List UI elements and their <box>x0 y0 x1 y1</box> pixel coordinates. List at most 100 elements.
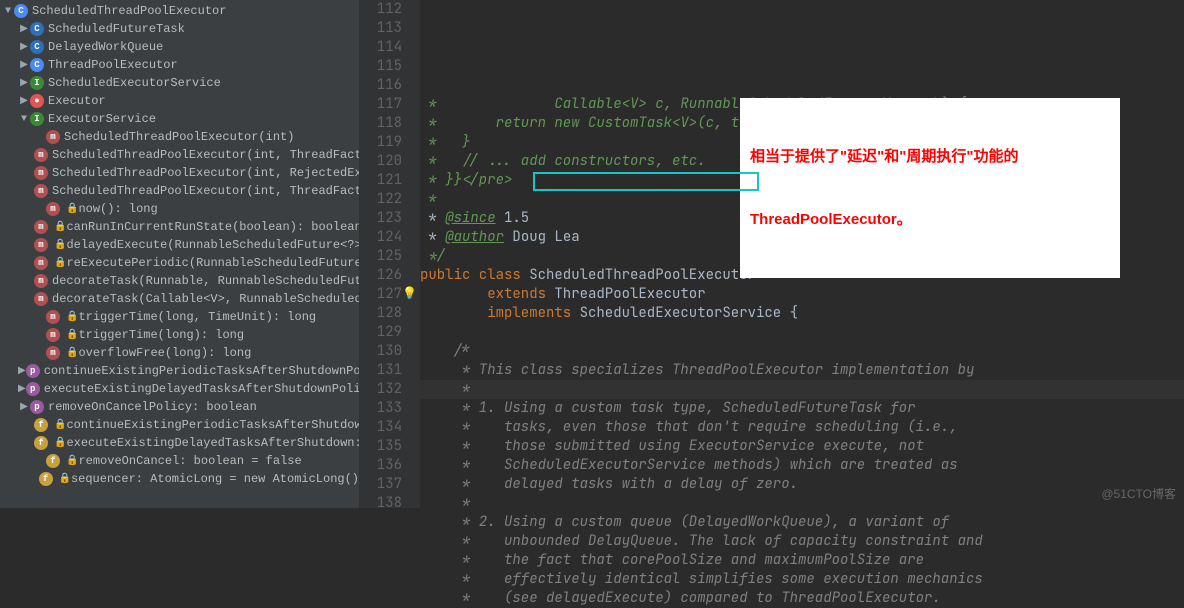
tree-item-label: ScheduledFutureTask <box>48 22 185 36</box>
node-kind-icon: I <box>30 112 44 126</box>
code-line[interactable]: * <box>420 494 1184 513</box>
tree-item[interactable]: m🔒triggerTime(long): long <box>0 326 359 344</box>
tree-item[interactable]: mScheduledThreadPoolExecutor(int, Thread… <box>0 182 359 200</box>
tree-item[interactable]: m 🔒reExecutePeriodic(RunnableScheduledFut… <box>0 254 359 272</box>
line-number: 133 <box>360 399 402 418</box>
code-line[interactable]: * This class specializes ThreadPoolExecu… <box>420 361 1184 380</box>
line-number: 118 <box>360 114 402 133</box>
tree-item[interactable]: ▶pcontinueExistingPeriodicTasksAfterShut… <box>0 362 359 380</box>
node-kind-icon: C <box>30 58 44 72</box>
tree-item[interactable]: mdecorateTask(Callable<V>, RunnableSched… <box>0 290 359 308</box>
code-editor[interactable]: 1121131141151161171181191201211221231241… <box>360 0 1184 508</box>
code-line[interactable]: * <box>420 380 1184 399</box>
node-kind-icon: m <box>34 166 48 180</box>
tree-item[interactable]: m🔒overflowFree(long): long <box>0 344 359 362</box>
code-line[interactable]: * the fact that corePoolSize and maximum… <box>420 551 1184 570</box>
line-number: 137 <box>360 475 402 494</box>
tree-item[interactable]: mScheduledThreadPoolExecutor(int, Thread… <box>0 146 359 164</box>
line-number: 125 <box>360 247 402 266</box>
tree-item[interactable]: ▶C ThreadPoolExecutor <box>0 56 359 74</box>
expand-arrow-icon[interactable]: ▶ <box>18 383 26 395</box>
tree-item-label: decorateTask(Callable<V>, RunnableSchedu… <box>52 292 360 306</box>
node-kind-icon: m <box>34 184 48 198</box>
code-line[interactable]: * delayed tasks with a delay of zero. <box>420 475 1184 494</box>
code-line[interactable]: * ScheduledExecutorService methods) whic… <box>420 456 1184 475</box>
tree-item-label: triggerTime(long, TimeUnit): long <box>78 310 316 324</box>
tree-item[interactable]: ▼IExecutorService <box>0 110 359 128</box>
tree-item[interactable]: f🔒removeOnCancel: boolean = false <box>0 452 359 470</box>
tree-item[interactable]: ▶pexecuteExistingDelayedTasksAfterShutdo… <box>0 380 359 398</box>
expand-arrow-icon[interactable]: ▶ <box>18 401 30 413</box>
node-kind-icon: m <box>34 256 48 270</box>
tree-item-label: ThreadPoolExecutor <box>48 58 178 72</box>
node-kind-icon: m <box>34 274 48 288</box>
code-line[interactable]: * (see delayedExecute) compared to Threa… <box>420 589 1184 608</box>
code-line[interactable]: * 2. Using a custom queue (DelayedWorkQu… <box>420 513 1184 532</box>
tree-item[interactable]: ▶premoveOnCancelPolicy: boolean <box>0 398 359 416</box>
line-number: 114 <box>360 38 402 57</box>
tree-item-label: reExecutePeriodic(RunnableScheduledFutur… <box>66 256 360 270</box>
code-line[interactable]: * 1. Using a custom task type, Scheduled… <box>420 399 1184 418</box>
expand-arrow-icon[interactable]: ▶ <box>18 365 26 377</box>
expand-arrow-icon[interactable]: ▶ <box>18 77 30 89</box>
lock-icon: 🔒 <box>54 257 66 269</box>
tree-item[interactable]: mScheduledThreadPoolExecutor(int) <box>0 128 359 146</box>
expand-arrow-icon[interactable]: ▶ <box>18 41 30 53</box>
code-line[interactable]: * unbounded DelayQueue. The lack of capa… <box>420 532 1184 551</box>
tree-item[interactable]: f🔒continueExistingPeriodicTasksAfterShut… <box>0 416 359 434</box>
lock-icon: 🔒 <box>66 203 78 215</box>
line-number: 121 <box>360 171 402 190</box>
line-number: 138 <box>360 494 402 513</box>
tree-item[interactable]: m🔒delayedExecute(RunnableScheduledFuture… <box>0 236 359 254</box>
tree-item-label: ScheduledThreadPoolExecutor <box>32 4 226 18</box>
code-line[interactable] <box>420 323 1184 342</box>
tree-item[interactable]: ▶●Executor <box>0 92 359 110</box>
node-kind-icon: f <box>34 436 48 450</box>
tree-item[interactable]: ▼C ScheduledThreadPoolExecutor <box>0 2 359 20</box>
line-number: 122 <box>360 190 402 209</box>
node-kind-icon: m <box>46 310 60 324</box>
expand-arrow-icon[interactable]: ▼ <box>18 114 30 125</box>
tree-item[interactable]: m🔒now(): long <box>0 200 359 218</box>
intention-bulb-icon[interactable]: 💡 <box>402 284 417 303</box>
code-line[interactable]: implements ScheduledExecutorService { <box>420 304 1184 323</box>
expand-arrow-icon[interactable]: ▶ <box>18 59 30 71</box>
tree-item[interactable]: mScheduledThreadPoolExecutor(int, Reject… <box>0 164 359 182</box>
lock-icon: 🔒 <box>66 347 78 359</box>
code-area[interactable]: 相当于提供了"延迟"和"周期执行"功能的 ThreadPoolExecutor。… <box>420 0 1184 508</box>
node-kind-icon: f <box>46 454 60 468</box>
node-kind-icon: C <box>14 4 28 18</box>
tree-item[interactable]: m🔒canRunInCurrentRunState(boolean): bool… <box>0 218 359 236</box>
code-line[interactable]: * tasks, even those that don't require s… <box>420 418 1184 437</box>
line-number: 124 <box>360 228 402 247</box>
tree-item[interactable]: ▶IScheduledExecutorService <box>0 74 359 92</box>
line-number: 130 <box>360 342 402 361</box>
expand-arrow-icon[interactable]: ▶ <box>18 23 30 35</box>
tree-item-label: DelayedWorkQueue <box>48 40 163 54</box>
tree-item[interactable]: f🔒executeExistingDelayedTasksAfterShutdo… <box>0 434 359 452</box>
line-number: 128 <box>360 304 402 323</box>
line-number: 129 <box>360 323 402 342</box>
annotation-overlay: 相当于提供了"延迟"和"周期执行"功能的 ThreadPoolExecutor。 <box>740 98 1120 278</box>
lock-icon: 🔒 <box>59 473 71 485</box>
tree-item-label: now(): long <box>78 202 157 216</box>
structure-tree[interactable]: ▼CScheduledThreadPoolExecutor▶CScheduled… <box>0 0 360 508</box>
node-kind-icon: C <box>30 22 44 36</box>
tree-item[interactable]: f🔒sequencer: AtomicLong = new AtomicLong… <box>0 470 359 488</box>
tree-item-label: delayedExecute(RunnableScheduledFuture<?… <box>66 238 360 252</box>
expand-arrow-icon[interactable]: ▶ <box>18 95 30 107</box>
code-line[interactable]: * those submitted using ExecutorService … <box>420 437 1184 456</box>
line-number: 134 <box>360 418 402 437</box>
expand-arrow-icon[interactable]: ▼ <box>2 6 14 17</box>
tree-item[interactable]: m🔒triggerTime(long, TimeUnit): long <box>0 308 359 326</box>
tree-item[interactable]: ▶CDelayedWorkQueue <box>0 38 359 56</box>
tree-item-label: Executor <box>48 94 106 108</box>
code-line[interactable]: /* <box>420 342 1184 361</box>
tree-item[interactable]: ▶C ScheduledFutureTask <box>0 20 359 38</box>
code-line[interactable]: * effectively identical simplifies some … <box>420 570 1184 589</box>
node-kind-icon: m <box>34 220 48 234</box>
code-line[interactable]: extends ThreadPoolExecutor <box>420 285 1184 304</box>
tree-item-label: decorateTask(Runnable, RunnableScheduled… <box>52 274 360 288</box>
tree-item-label: removeOnCancel: boolean = false <box>78 454 301 468</box>
tree-item[interactable]: m decorateTask(Runnable, RunnableSchedule… <box>0 272 359 290</box>
